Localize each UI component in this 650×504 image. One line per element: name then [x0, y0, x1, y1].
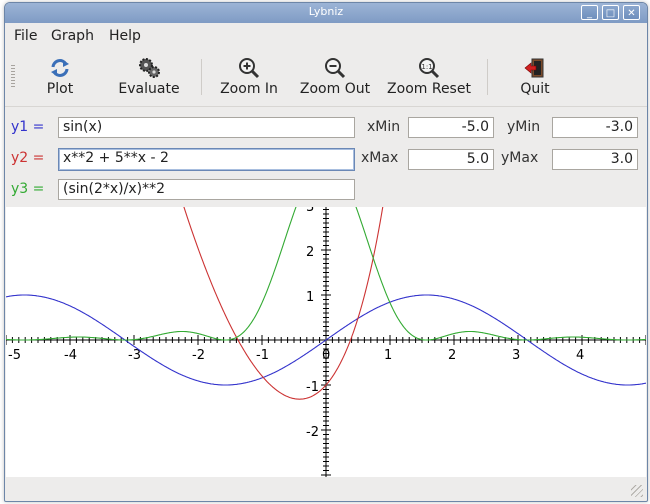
- y-tick-label: 3: [306, 207, 314, 215]
- resize-grip[interactable]: [631, 485, 643, 497]
- x-tick-label: 4: [576, 348, 584, 363]
- xmin-input[interactable]: -5.0: [408, 117, 494, 138]
- quit-label: Quit: [520, 81, 550, 97]
- zoom-reset-button[interactable]: 1:1 Zoom Reset: [381, 49, 477, 104]
- status-bar: [5, 477, 647, 501]
- toolbar-separator: [201, 59, 202, 95]
- zoom-out-button[interactable]: Zoom Out: [293, 49, 377, 104]
- x-tick-label: -4: [64, 348, 77, 363]
- zoom-in-label: Zoom In: [220, 81, 278, 97]
- refresh-icon: [51, 59, 69, 77]
- y1-label: y1 =: [11, 119, 45, 135]
- toolbar-grip[interactable]: [11, 65, 15, 89]
- y2-label: y2 =: [11, 150, 45, 166]
- y-tick-label: -2: [306, 425, 319, 440]
- ymin-input[interactable]: -3.0: [552, 117, 638, 138]
- exit-door-icon: [524, 58, 544, 78]
- x-tick-label: 3: [512, 348, 520, 363]
- x-tick-label: 0: [322, 348, 330, 363]
- menu-bar: File Graph Help: [5, 23, 647, 49]
- ymax-label: yMax: [501, 150, 539, 166]
- y3-label: y3 =: [11, 181, 45, 197]
- maximize-button[interactable]: □: [602, 5, 619, 20]
- toolbar: Plot Evaluate Zoom In Zoom Out 1:1 Zoom …: [5, 49, 647, 107]
- y-tick-label: 1: [306, 290, 314, 305]
- title-bar[interactable]: Lybniz _ □ ✕: [5, 3, 647, 23]
- xmax-input[interactable]: 5.0: [408, 149, 494, 170]
- x-tick-label: -2: [192, 348, 205, 363]
- y2-input[interactable]: x**2 + 5**x - 2: [58, 148, 355, 171]
- zoom-out-label: Zoom Out: [299, 81, 371, 97]
- evaluate-button[interactable]: Evaluate: [109, 49, 189, 104]
- x-tick-label: -5: [8, 348, 21, 363]
- ymax-input[interactable]: 3.0: [552, 149, 638, 170]
- zoom-in-icon: [239, 58, 260, 79]
- menu-help[interactable]: Help: [109, 28, 141, 44]
- zoom-out-icon: [325, 58, 346, 79]
- toolbar-separator: [487, 59, 488, 95]
- zoom-reset-label: Zoom Reset: [387, 81, 471, 97]
- series-y2-line: [156, 115, 396, 400]
- ymin-label: yMin: [507, 119, 541, 135]
- zoom-reset-icon: 1:1: [419, 58, 440, 79]
- y-tick-label: 2: [306, 245, 314, 260]
- x-tick-label: 1: [384, 348, 392, 363]
- minimize-button[interactable]: _: [581, 5, 598, 20]
- menu-file[interactable]: File: [14, 28, 37, 44]
- app-window: Lybniz _ □ ✕ File Graph Help Plot Evalua…: [4, 2, 648, 502]
- graph-canvas[interactable]: -5 -4 -3 -2 -1 0 1 2 3 4321-1-2: [5, 115, 647, 477]
- x-tick-label: 2: [448, 348, 456, 363]
- graph-area[interactable]: -5 -4 -3 -2 -1 0 1 2 3 4 3 2 1 -1 -2: [5, 115, 647, 477]
- y3-input[interactable]: (sin(2*x)/x)**2: [58, 179, 355, 200]
- gears-icon: [139, 58, 160, 78]
- xmax-label: xMax: [361, 150, 399, 166]
- x-tick-label: -1: [256, 348, 269, 363]
- quit-button[interactable]: Quit: [505, 49, 565, 104]
- plot-label: Plot: [46, 81, 74, 97]
- svg-text:1:1: 1:1: [421, 63, 432, 71]
- zoom-in-button[interactable]: Zoom In: [211, 49, 287, 104]
- function-form: y1 = sin(x) y2 = x**2 + 5**x - 2 y3 = (s…: [5, 107, 647, 207]
- close-button[interactable]: ✕: [623, 5, 640, 20]
- y1-input[interactable]: sin(x): [58, 117, 355, 138]
- window-title: Lybniz: [308, 5, 344, 18]
- xmin-label: xMin: [367, 119, 401, 135]
- plot-button[interactable]: Plot: [27, 49, 93, 104]
- evaluate-label: Evaluate: [118, 81, 180, 97]
- menu-graph[interactable]: Graph: [51, 28, 94, 44]
